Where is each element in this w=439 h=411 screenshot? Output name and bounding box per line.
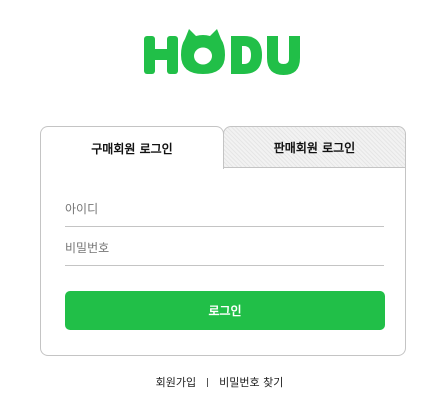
tab-seller-login[interactable]: 판매회원 로그인 bbox=[223, 126, 406, 168]
panel-top-border bbox=[223, 167, 406, 168]
hodu-logo bbox=[142, 26, 302, 80]
password-input[interactable] bbox=[65, 231, 384, 266]
id-input[interactable] bbox=[65, 192, 384, 227]
tab-seller-login-label: 판매회원 로그인 bbox=[273, 140, 356, 155]
footer-links: 회원가입 비밀번호 찾기 bbox=[0, 374, 439, 390]
find-password-link[interactable]: 비밀번호 찾기 bbox=[219, 374, 283, 390]
tab-buyer-login[interactable]: 구매회원 로그인 bbox=[40, 126, 224, 169]
link-divider bbox=[207, 377, 209, 387]
login-form-panel: 로그인 bbox=[40, 167, 406, 356]
signup-link[interactable]: 회원가입 bbox=[156, 374, 196, 390]
tab-buyer-login-label: 구매회원 로그인 bbox=[91, 141, 173, 156]
login-button[interactable]: 로그인 bbox=[65, 291, 385, 330]
login-page: 구매회원 로그인 판매회원 로그인 로그인 회원가입 비밀번호 찾기 bbox=[0, 0, 439, 411]
